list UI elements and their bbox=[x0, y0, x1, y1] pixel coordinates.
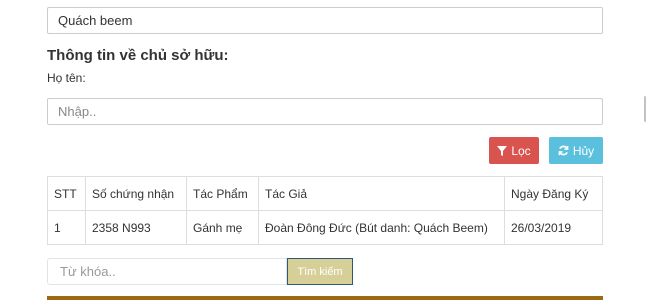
scrollbar-thumb[interactable] bbox=[644, 96, 646, 122]
column-header-work: Tác Phẩm bbox=[186, 176, 259, 211]
column-header-certificate-number: Số chứng nhận bbox=[85, 176, 187, 211]
cell-registration-date: 26/03/2019 bbox=[504, 210, 603, 245]
owner-section-title: Thông tin về chủ sở hữu: bbox=[47, 47, 229, 64]
table-row[interactable]: 1 2358 N993 Gánh mẹ Đoàn Đông Đức (Bút d… bbox=[47, 210, 603, 245]
bottom-divider-bar bbox=[47, 296, 603, 300]
owner-name-input[interactable] bbox=[47, 98, 603, 125]
cell-author: Đoàn Đông Đức (Bút danh: Quách Beem) bbox=[258, 210, 505, 245]
author-field[interactable] bbox=[47, 7, 603, 34]
column-header-stt: STT bbox=[47, 176, 86, 211]
owner-name-label: Họ tên: bbox=[47, 71, 86, 85]
filter-button[interactable]: Lọc bbox=[489, 137, 539, 164]
search-button[interactable]: Tìm kiếm bbox=[287, 258, 353, 285]
filter-button-label: Lọc bbox=[511, 143, 531, 158]
results-table: STT Số chứng nhận Tác Phẩm Tác Giả Ngày … bbox=[47, 176, 603, 245]
search-input[interactable] bbox=[47, 258, 287, 285]
filter-icon bbox=[497, 145, 508, 156]
cancel-button[interactable]: Hủy bbox=[549, 137, 603, 164]
table-header-row: STT Số chứng nhận Tác Phẩm Tác Giả Ngày … bbox=[47, 176, 603, 211]
cell-work: Gánh mẹ bbox=[186, 210, 259, 245]
column-header-author: Tác Giả bbox=[258, 176, 505, 211]
cell-certificate-number: 2358 N993 bbox=[85, 210, 187, 245]
refresh-icon bbox=[558, 145, 569, 156]
cancel-button-label: Hủy bbox=[572, 143, 595, 158]
column-header-registration-date: Ngày Đăng Ký bbox=[504, 176, 603, 211]
cell-stt: 1 bbox=[47, 210, 86, 245]
